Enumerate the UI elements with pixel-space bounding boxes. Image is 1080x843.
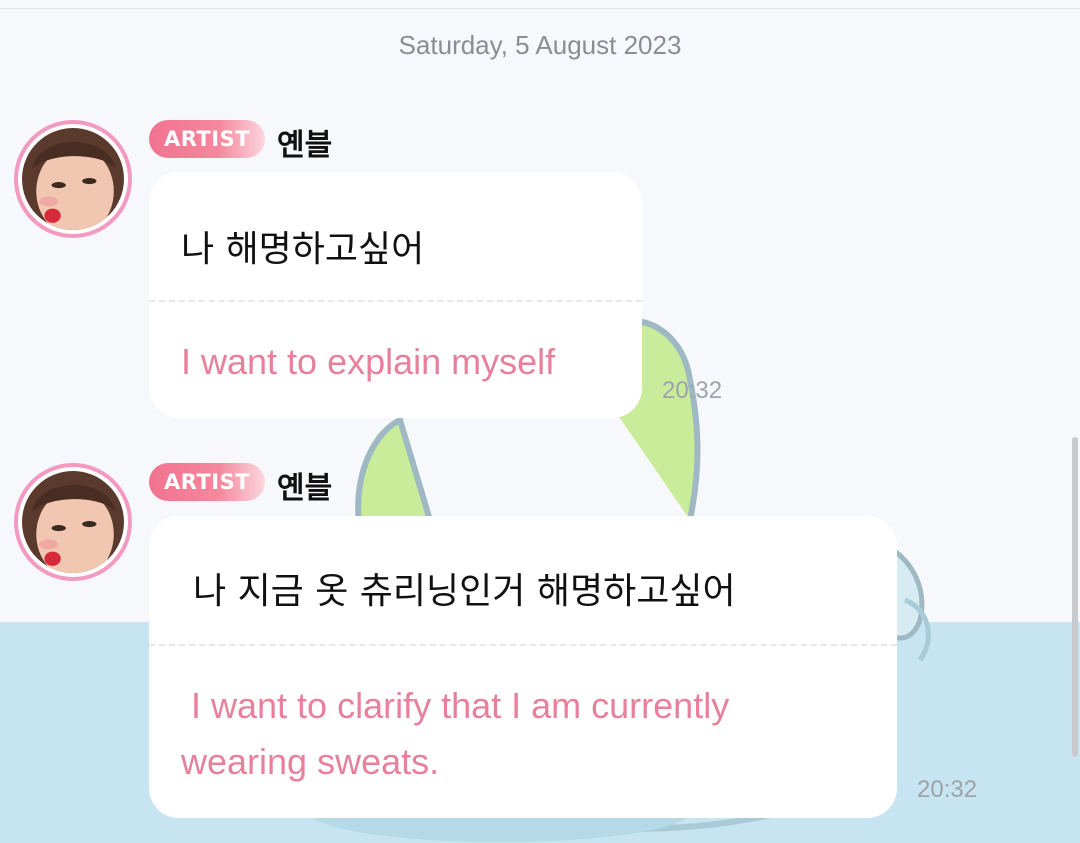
- artist-badge: ARTIST: [149, 120, 265, 158]
- message-bubble[interactable]: 나 해명하고싶어 I want to explain myself: [149, 172, 642, 418]
- avatar[interactable]: [14, 120, 132, 238]
- message-text-english: I want to clarify that I am currently we…: [181, 685, 730, 782]
- message-text-korean: 나 해명하고싶어: [181, 229, 425, 270]
- message-bubble[interactable]: 나 지금 옷 츄리닝인거 해명하고싶어 I want to clarify th…: [149, 516, 897, 818]
- date-separator: Saturday, 5 August 2023: [398, 30, 682, 60]
- translation-divider: [149, 644, 897, 646]
- message-time: 20:32: [917, 776, 978, 803]
- message-text-korean: 나 지금 옷 츄리닝인거 해명하고싶어: [193, 571, 736, 612]
- avatar[interactable]: [14, 463, 132, 581]
- sender-name: 옌블: [277, 471, 333, 506]
- avatar-photo-icon: [22, 128, 124, 230]
- avatar-photo-icon: [22, 471, 124, 573]
- message-text-english: I want to explain myself: [181, 341, 556, 382]
- sender-name: 옌블: [277, 128, 333, 163]
- translation-divider: [149, 300, 642, 302]
- scrollbar[interactable]: [1072, 437, 1078, 757]
- message-time: 20:32: [662, 377, 723, 404]
- artist-badge: ARTIST: [149, 463, 265, 501]
